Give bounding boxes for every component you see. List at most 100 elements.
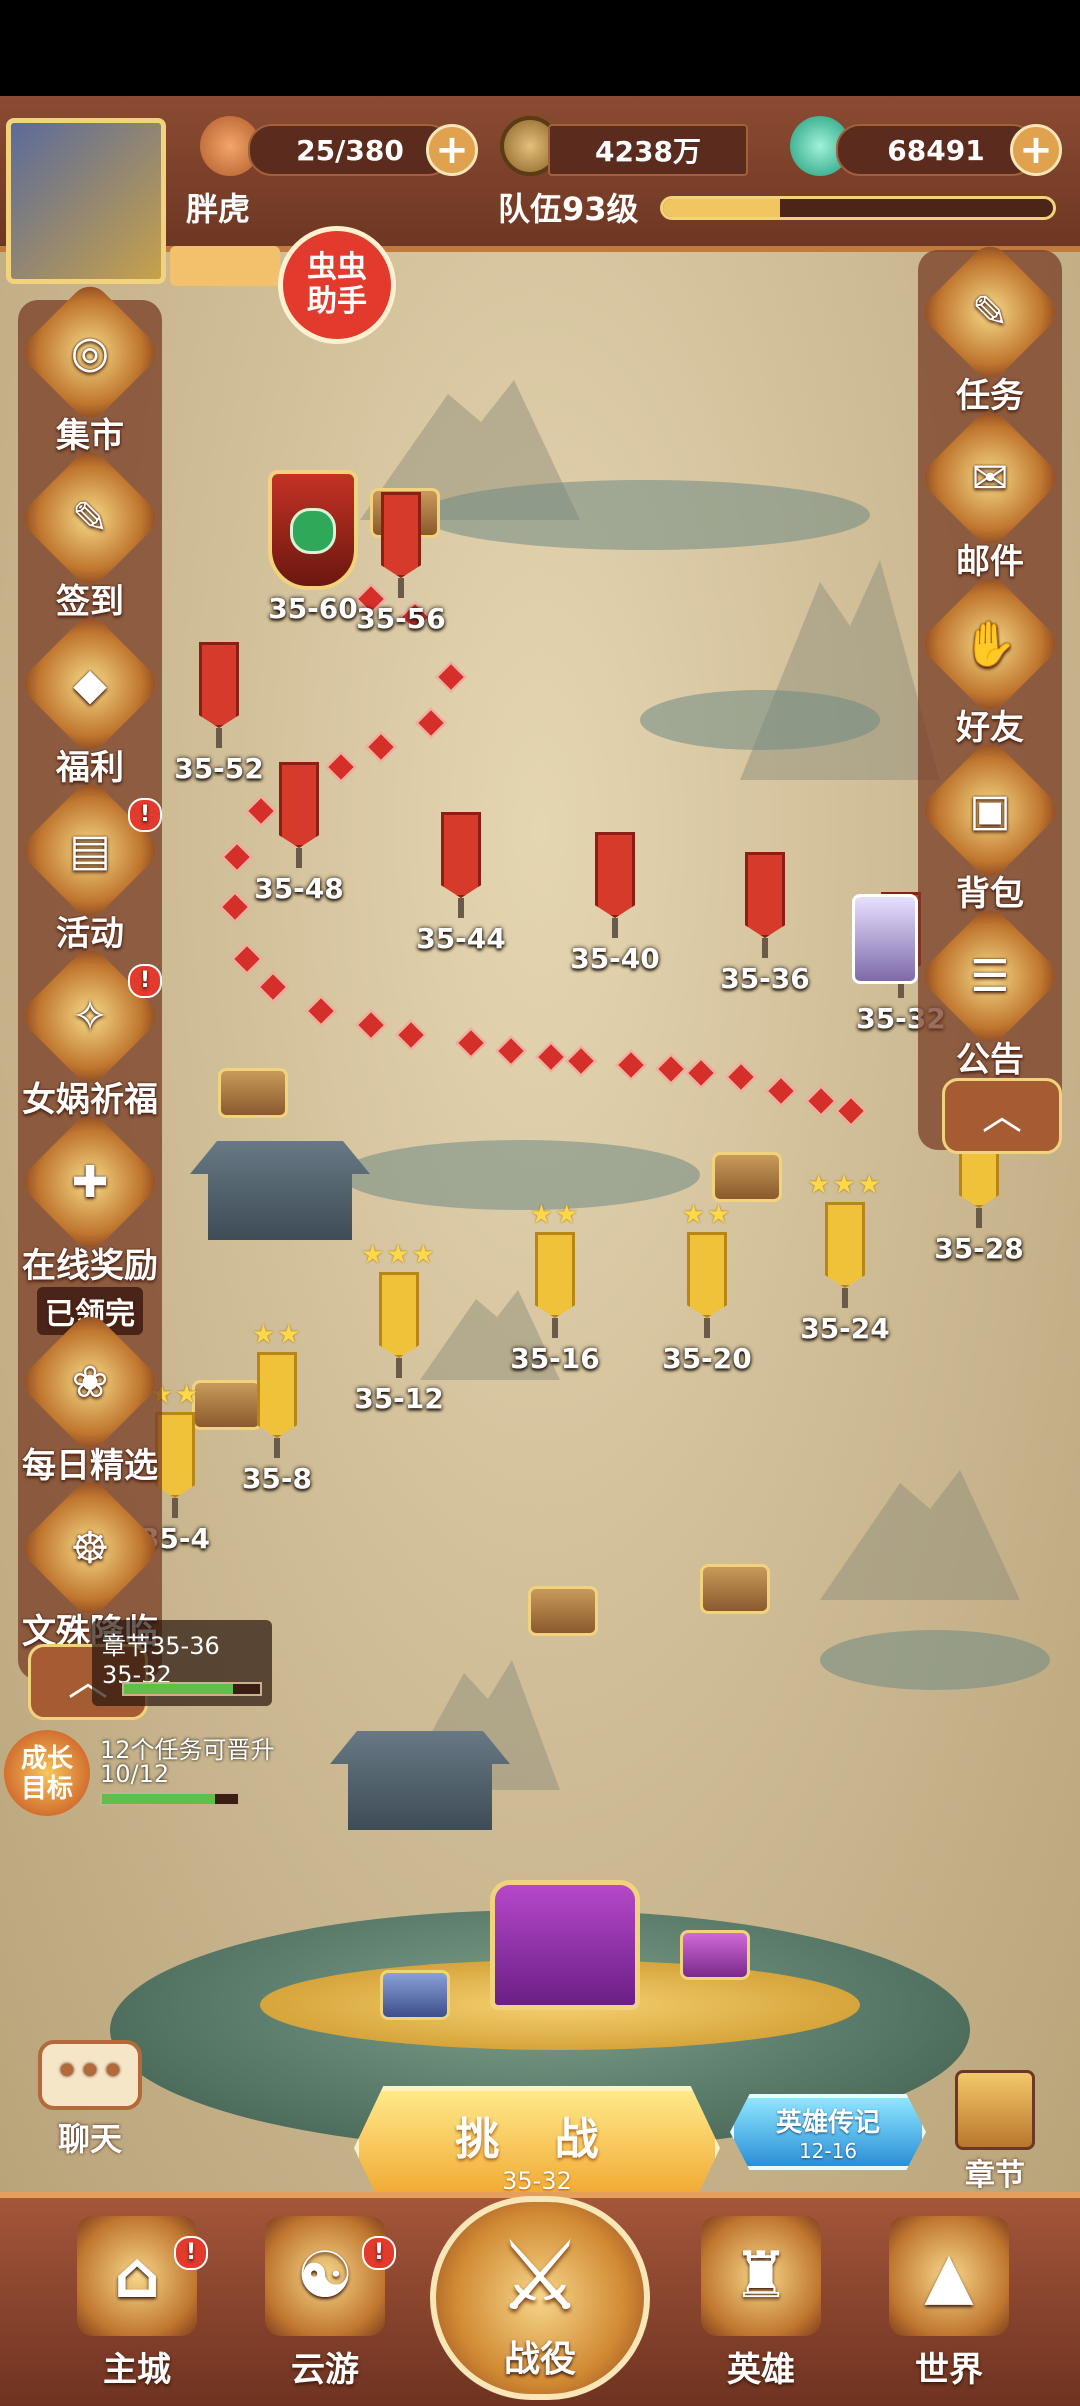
menu-item-6[interactable]: ❀ 每日精选 [16,1308,164,1487]
challenge-label: 挑 战 [455,2114,619,2165]
menu-item-5[interactable]: ✚ 在线奖励 已领完 [16,1108,164,1335]
menu-item-3[interactable]: ▤ 活动! [16,776,164,955]
helper-button[interactable]: 虫虫 助手 [278,226,396,344]
right-collapse-button[interactable]: ︿ [942,1078,1062,1154]
nav-mountain[interactable]: ▲ 世界 [874,2216,1024,2391]
banner-pole [552,1318,558,1338]
chat-button[interactable]: ••• 聊天 [28,2040,152,2160]
chapter-button[interactable]: 章节 [940,2070,1050,2194]
gold-banner-icon [535,1232,575,1318]
crossed-swords-icon: ⚔ [496,2220,584,2332]
star-rating-icon: ★★★ [361,1240,437,1270]
banner-pole [172,1498,178,1518]
bag-icon: ▣ [916,736,1064,884]
banner-pole [976,1208,982,1228]
chest-icon[interactable] [712,1152,782,1202]
chest-icon[interactable] [680,1930,750,1980]
menu-item-0[interactable]: ◎ 集市 [16,278,164,457]
stage-node[interactable]: ★★ 35-8 [222,1320,332,1495]
growth-target-bar [100,1792,240,1806]
hero-legend-stage: 12-16 [798,2139,858,2163]
scroll-icon: ✎ [16,444,164,592]
team-level: 队伍93级 [498,190,639,228]
stage-node[interactable]: 35-36 [710,820,820,995]
stage-node[interactable]: 35-48 [244,730,354,905]
stage-label: 35-44 [416,922,506,955]
banner-pole [842,1288,848,1308]
right-menu-item-3[interactable]: ▣ 背包 [916,736,1064,915]
stage-node[interactable]: ★★★ 35-12 [344,1240,454,1415]
scroll-icon: ✎ [916,238,1064,386]
status-bar-area [0,0,1080,96]
alert-badge-icon: ! [128,964,162,998]
add-stamina-button[interactable]: + [426,124,478,176]
add-jade-button[interactable]: + [1010,124,1062,176]
stage-node[interactable]: ★★ 35-16 [500,1200,610,1375]
right-menu-item-0[interactable]: ✎ 任务 [916,238,1064,417]
banner-pole [398,578,404,598]
chest-icon[interactable] [700,1564,770,1614]
stage-node[interactable]: 35-56 [346,460,456,635]
challenge-stage: 35-32 [502,2167,572,2195]
hero-legend-label: 英雄传记 [775,2108,880,2138]
nav-city[interactable]: ⌂ 主城! [62,2216,212,2391]
chapter-progress-title: 章节35-36 [102,1632,220,1660]
chest-icon[interactable] [528,1586,598,1636]
right-menu-item-2[interactable]: ✋ 好友 [916,570,1064,749]
sword-tab-icon[interactable] [170,246,280,286]
star-rating-icon: ★★ [529,1200,581,1230]
red-banner-icon [441,812,481,898]
stamina-counter: 25/380 [248,124,452,176]
player-name: 胖虎 [186,190,251,228]
stage-label: 35-28 [934,1232,1024,1265]
idle-reward-chest-icon[interactable] [490,1880,640,2010]
temple-decoration [190,1141,370,1240]
gold-banner-icon [687,1232,727,1318]
temple-decoration [330,1731,510,1830]
banner-pole [458,898,464,918]
deity-icon: ☸ [16,1474,164,1622]
stage-label: 35-36 [720,962,810,995]
chat-bubble-icon: ••• [38,2040,142,2110]
nav-label: 世界 [915,2350,983,2390]
banner-pole [216,728,222,748]
gold-ingot-icon: ◆ [16,610,164,758]
nav-label: 主城 [103,2350,171,2390]
lake-decoration [420,480,870,550]
growth-target-count: 10/12 [100,1760,170,1788]
stage-label: 35-20 [662,1342,752,1375]
stage-node[interactable]: 35-40 [560,800,670,975]
treasure-bag-icon: ❀ [16,1308,164,1456]
banner-pole [396,1358,402,1378]
red-banner-icon [381,492,421,578]
coin-icon: ◎ [16,278,164,426]
stage-node[interactable]: ★★★ 35-24 [790,1170,900,1345]
menu-item-2[interactable]: ◆ 福利 [16,610,164,789]
chapter-progress-panel[interactable]: 章节35-36 35-32 [92,1620,272,1706]
stage-label: 35-56 [356,602,446,635]
nav-helmet[interactable]: ♜ 英雄 [686,2216,836,2391]
alert-badge-icon: ! [128,798,162,832]
menu-item-4[interactable]: ✧ 女娲祈福! [16,942,164,1121]
nav-yin-yang[interactable]: ☯ 云游! [250,2216,400,2391]
nav-crossed-swords[interactable]: ⚔ 战役 [430,2196,650,2400]
chest-icon[interactable] [218,1068,288,1118]
banner-pole [704,1318,710,1338]
yin-yang-icon: ☯ [265,2216,385,2336]
right-menu-item-4[interactable]: ☰ 公告 [916,902,1064,1081]
hero-legend-button[interactable]: 英雄传记 12-16 [730,2094,926,2170]
chat-label: 聊天 [57,2120,122,2158]
player-avatar[interactable] [6,118,166,284]
menu-item-1[interactable]: ✎ 签到 [16,444,164,623]
chest-icon[interactable] [380,1970,450,2020]
stage-node[interactable]: 35-44 [406,780,516,955]
growth-target-icon-text: 成长 目标 [20,1744,73,1804]
stage-label: 35-24 [800,1312,890,1345]
jade-counter: 68491 [836,124,1036,176]
notice-board-icon: ☰ [916,902,1064,1050]
right-menu-item-1[interactable]: ✉ 邮件 [916,404,1064,583]
stage-node[interactable]: ★★ 35-20 [652,1200,762,1375]
banner-pole [274,1438,280,1458]
growth-target-panel[interactable]: 成长 目标 12个任务可晋升 10/12 [0,1730,290,1820]
gold-banner-icon [379,1272,419,1358]
